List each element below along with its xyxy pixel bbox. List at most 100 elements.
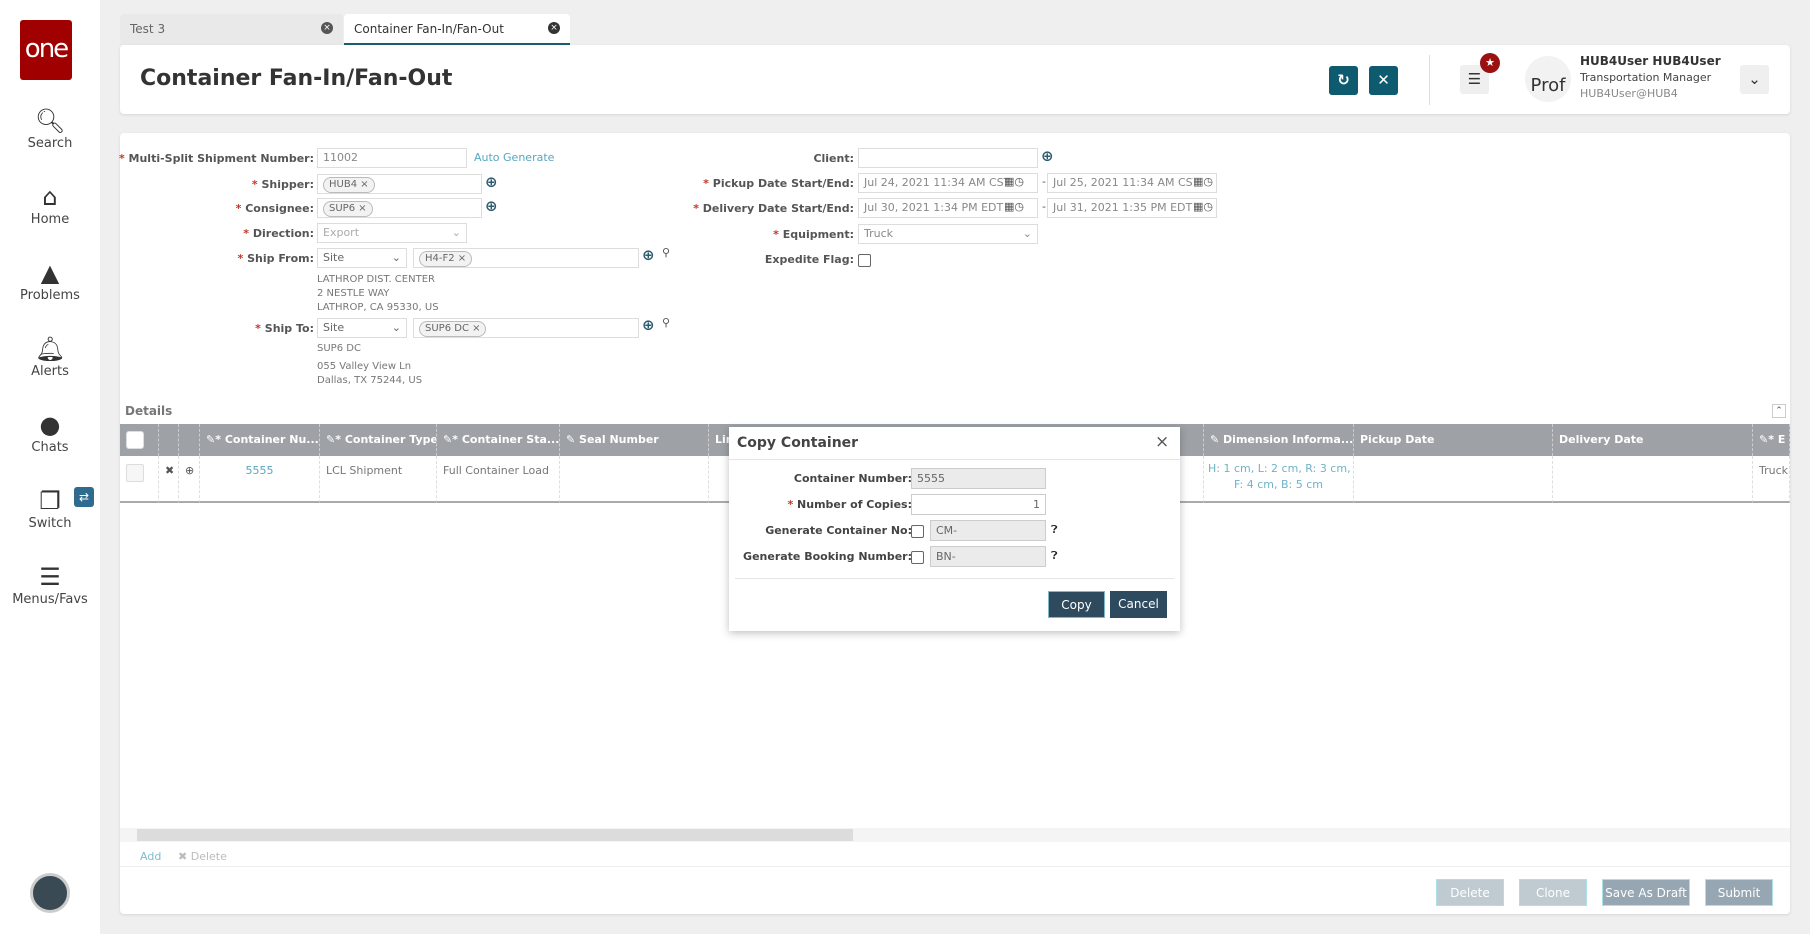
column-header-seal-number[interactable]: ✎ Seal Number	[560, 424, 709, 456]
divider	[1429, 55, 1430, 105]
booking-prefix-field: BN-	[930, 546, 1046, 567]
user-id: HUB4User@HUB4	[1580, 87, 1678, 100]
close-icon[interactable]: ×	[1155, 432, 1169, 452]
column-header-container-number[interactable]: ✎* Container Nu...	[200, 424, 320, 456]
column-header-container-status[interactable]: ✎* Container Sta...	[437, 424, 560, 456]
equipment-select[interactable]: Truck ⌄	[858, 224, 1038, 244]
profile-avatar[interactable]: Prof	[1525, 56, 1571, 102]
ship-from-chip[interactable]: H4-F2 ×	[419, 251, 473, 267]
close-tab-icon[interactable]: ×	[321, 22, 333, 34]
scrollbar-thumb[interactable]	[137, 829, 853, 841]
tab-container-fan-in-fan-out[interactable]: Container Fan-In/Fan-Out ×	[344, 14, 570, 45]
pickup-end-input[interactable]: Jul 25, 2021 11:34 AM CST	[1047, 173, 1217, 193]
dimension-cell[interactable]: H: 1 cm, L: 2 cm, R: 3 cm, F: 4 cm, B: 5 …	[1204, 456, 1354, 503]
calendar-clock-icon[interactable]: ▦◷	[1193, 175, 1213, 188]
delete-link[interactable]: ✖ Delete	[178, 850, 227, 863]
chevron-down-icon: ⌄	[391, 251, 401, 264]
ship-from-label: * Ship From:	[237, 252, 314, 265]
column-header-delivery-date[interactable]: Delivery Date	[1553, 424, 1753, 456]
zoom-search-icon[interactable]: ⊕	[642, 316, 655, 334]
add-link[interactable]: Add	[140, 850, 161, 863]
sidebar-item-menus[interactable]: ☰ Menus/Favs	[0, 562, 100, 607]
delivery-date-cell	[1553, 456, 1753, 503]
container-number-link[interactable]: 5555	[200, 456, 320, 503]
clone-button[interactable]: Clone	[1519, 879, 1587, 906]
consignee-input[interactable]: SUP6 ×	[317, 198, 482, 218]
copy-button[interactable]: Copy	[1048, 591, 1105, 618]
ship-to-type-select[interactable]: Site ⌄	[317, 318, 407, 338]
equipment-label: * Equipment:	[773, 228, 854, 241]
column-header-container-type[interactable]: ✎* Container Type	[320, 424, 437, 456]
sidebar: one 🔍︎ Search ⌂ Home ▲ Problems 🔔︎ Alerts ● C…	[0, 0, 100, 934]
menu-icon: ☰	[39, 563, 61, 591]
calendar-clock-icon[interactable]: ▦◷	[1193, 200, 1213, 213]
expedite-flag-checkbox[interactable]	[858, 254, 871, 267]
client-input[interactable]	[858, 148, 1038, 168]
expedite-flag-label: Expedite Flag:	[764, 253, 854, 266]
column-header-equipment[interactable]: ✎* E	[1753, 424, 1790, 456]
direction-select[interactable]: Export ⌄	[317, 223, 467, 243]
generate-booking-checkbox[interactable]	[911, 551, 924, 564]
select-all-header	[120, 424, 159, 456]
column-header	[179, 424, 200, 456]
switch-badge-icon[interactable]: ⇄	[74, 487, 94, 507]
favorites-star-icon[interactable]: ★	[1480, 53, 1500, 73]
ship-to-input[interactable]: SUP6 DC ×	[413, 318, 639, 338]
sidebar-item-alerts[interactable]: 🔔︎ Alerts	[0, 334, 100, 379]
chat-icon: ●	[39, 411, 61, 439]
divider	[729, 459, 1180, 460]
page-title: Container Fan-In/Fan-Out	[140, 66, 453, 91]
shipper-input[interactable]: HUB4 ×	[317, 174, 482, 194]
column-header-pickup-date[interactable]: Pickup Date	[1354, 424, 1553, 456]
delete-button[interactable]: Delete	[1436, 879, 1504, 906]
add-row-icon[interactable]: ⊕	[179, 456, 200, 503]
user-role: Transportation Manager	[1580, 71, 1712, 84]
help-icon[interactable]: ❓︎	[1051, 523, 1058, 537]
close-tab-icon[interactable]: ×	[548, 22, 560, 34]
zoom-search-icon[interactable]: ⊕	[485, 197, 498, 215]
save-as-draft-button[interactable]: Save As Draft	[1602, 879, 1690, 906]
user-avatar[interactable]	[30, 873, 70, 913]
tab-test-3[interactable]: Test 3 ×	[120, 14, 343, 45]
ship-from-address: LATHROP DIST. CENTER 2 NESTLE WAY LATHROP,…	[317, 274, 439, 313]
search-icon[interactable]: ⚲	[662, 316, 670, 329]
column-header-dimension[interactable]: ✎ Dimension Informa...	[1204, 424, 1354, 456]
number-of-copies-input[interactable]: 1	[911, 494, 1046, 515]
shipment-number-input[interactable]: 11002	[317, 148, 467, 168]
sidebar-item-chats[interactable]: ● Chats	[0, 410, 100, 455]
ship-to-chip[interactable]: SUP6 DC ×	[419, 321, 487, 337]
ship-to-label: * Ship To:	[255, 322, 314, 335]
chevron-down-icon: ⌄	[391, 321, 401, 334]
ship-from-type-select[interactable]: Site ⌄	[317, 248, 407, 268]
collapse-icon[interactable]: ⌃	[1772, 404, 1786, 418]
search-icon: 🔍︎	[34, 107, 66, 135]
zoom-search-icon[interactable]: ⊕	[1041, 147, 1054, 165]
calendar-clock-icon[interactable]: ▦◷	[1004, 200, 1024, 213]
delivery-end-input[interactable]: Jul 31, 2021 1:35 PM EDT	[1047, 198, 1217, 218]
sidebar-item-search[interactable]: 🔍︎ Search	[0, 106, 100, 151]
chevron-down-icon: ⌄	[1022, 227, 1032, 240]
submit-button[interactable]: Submit	[1705, 879, 1773, 906]
zoom-search-icon[interactable]: ⊕	[485, 173, 498, 191]
consignee-label: * Consignee:	[235, 202, 314, 215]
cancel-button[interactable]: Cancel	[1110, 591, 1167, 618]
consignee-chip[interactable]: SUP6 ×	[323, 201, 373, 217]
ship-from-input[interactable]: H4-F2 ×	[413, 248, 639, 268]
row-checkbox[interactable]	[126, 464, 144, 482]
user-menu-chevron-icon[interactable]: ⌄	[1740, 65, 1769, 94]
date-separator: -	[1042, 175, 1046, 188]
divider	[735, 578, 1174, 579]
column-header	[159, 424, 179, 456]
close-button[interactable]: ✕	[1369, 66, 1398, 95]
refresh-button[interactable]: ↻	[1329, 66, 1358, 95]
help-icon[interactable]: ❓︎	[1051, 549, 1058, 563]
generate-booking-label: Generate Booking Number:	[743, 550, 912, 563]
generate-container-checkbox[interactable]	[911, 525, 924, 538]
one-logo: one	[20, 20, 72, 80]
shipper-chip[interactable]: HUB4 ×	[323, 177, 375, 193]
calendar-clock-icon[interactable]: ▦◷	[1004, 175, 1024, 188]
select-all-checkbox[interactable]	[126, 431, 144, 449]
delete-row-icon[interactable]: ✖	[159, 456, 179, 503]
horizontal-scrollbar[interactable]	[120, 828, 1790, 842]
auto-generate-link[interactable]: Auto Generate	[474, 151, 554, 164]
